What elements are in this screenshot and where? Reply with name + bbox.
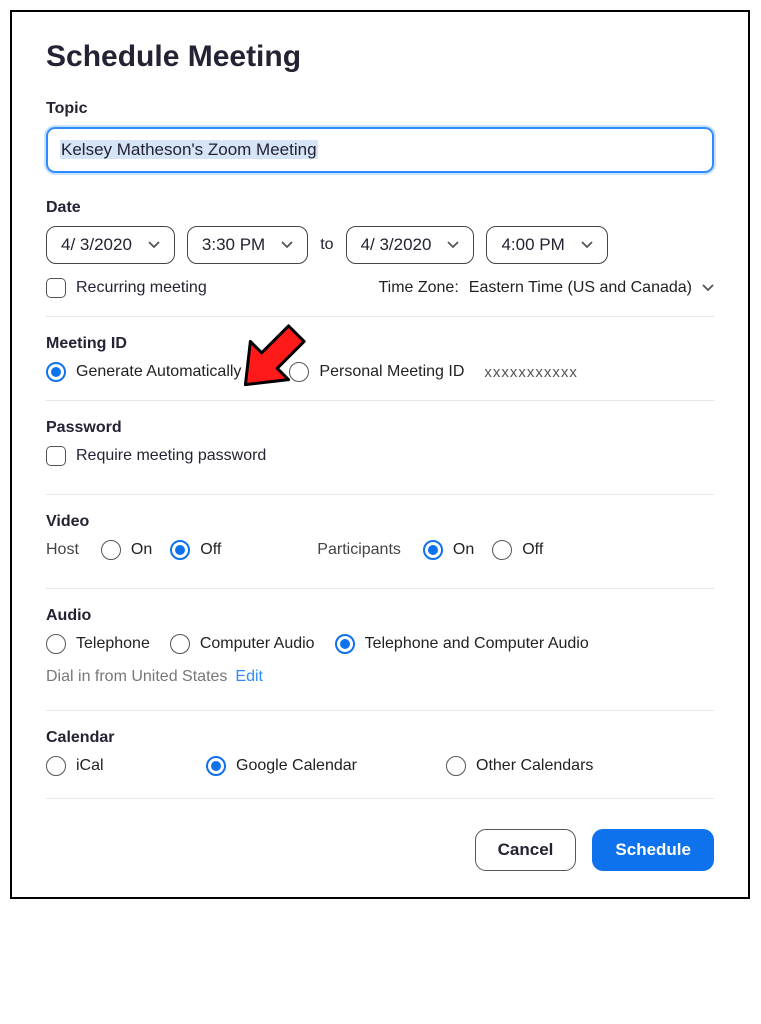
end-time-picker[interactable]: 4:00 PM — [486, 226, 607, 264]
audio-both-label: Telephone and Computer Audio — [365, 635, 589, 653]
divider — [46, 798, 714, 799]
recurring-label: Recurring meeting — [76, 279, 207, 297]
audio-label: Audio — [46, 607, 714, 625]
host-on-label: On — [131, 541, 152, 559]
audio-computer-radio[interactable] — [170, 634, 190, 654]
dial-in-edit-link[interactable]: Edit — [235, 668, 263, 686]
start-time-value: 3:30 PM — [202, 235, 265, 255]
generate-auto-label: Generate Automatically — [76, 363, 241, 381]
participants-off-radio[interactable] — [492, 540, 512, 560]
recurring-checkbox[interactable] — [46, 278, 66, 298]
password-label: Password — [46, 419, 714, 437]
host-off-radio[interactable] — [170, 540, 190, 560]
calendar-ical-label: iCal — [76, 757, 104, 775]
participants-off-label: Off — [522, 541, 543, 559]
chevron-down-icon — [447, 241, 459, 249]
topic-input[interactable]: Kelsey Matheson's Zoom Meeting — [46, 127, 714, 173]
start-time-picker[interactable]: 3:30 PM — [187, 226, 308, 264]
end-date-picker[interactable]: 4/ 3/2020 — [346, 226, 475, 264]
host-label: Host — [46, 541, 79, 559]
require-password-checkbox[interactable] — [46, 446, 66, 466]
divider — [46, 494, 714, 495]
chevron-down-icon — [148, 241, 160, 249]
audio-telephone-radio[interactable] — [46, 634, 66, 654]
dialog-title: Schedule Meeting — [46, 40, 714, 74]
personal-meeting-id-label: Personal Meeting ID — [319, 363, 464, 381]
start-date-value: 4/ 3/2020 — [61, 235, 132, 255]
host-off-label: Off — [200, 541, 221, 559]
calendar-google-radio[interactable] — [206, 756, 226, 776]
divider — [46, 588, 714, 589]
audio-telephone-label: Telephone — [76, 635, 150, 653]
schedule-button[interactable]: Schedule — [592, 829, 714, 871]
calendar-label: Calendar — [46, 729, 714, 747]
personal-meeting-id-value: xxxxxxxxxxx — [484, 364, 578, 381]
end-date-value: 4/ 3/2020 — [361, 235, 432, 255]
chevron-down-icon — [581, 241, 593, 249]
audio-both-radio[interactable] — [335, 634, 355, 654]
dial-in-text: Dial in from United States — [46, 668, 227, 686]
timezone-value[interactable]: Eastern Time (US and Canada) — [469, 279, 692, 297]
to-label: to — [320, 236, 333, 254]
calendar-other-label: Other Calendars — [476, 757, 593, 775]
divider — [46, 316, 714, 317]
chevron-down-icon — [281, 241, 293, 249]
participants-on-label: On — [453, 541, 474, 559]
chevron-down-icon[interactable] — [702, 284, 714, 292]
date-label: Date — [46, 199, 714, 217]
calendar-google-label: Google Calendar — [236, 757, 357, 775]
calendar-ical-radio[interactable] — [46, 756, 66, 776]
timezone-label: Time Zone: — [378, 279, 458, 297]
video-label: Video — [46, 513, 714, 531]
audio-computer-label: Computer Audio — [200, 635, 315, 653]
topic-value: Kelsey Matheson's Zoom Meeting — [60, 140, 318, 159]
cancel-button[interactable]: Cancel — [475, 829, 577, 871]
participants-on-radio[interactable] — [423, 540, 443, 560]
personal-meeting-id-radio[interactable] — [289, 362, 309, 382]
divider — [46, 710, 714, 711]
participants-label: Participants — [317, 541, 401, 559]
meeting-id-label: Meeting ID — [46, 335, 714, 353]
divider — [46, 400, 714, 401]
require-password-label: Require meeting password — [76, 447, 266, 465]
schedule-meeting-dialog: Schedule Meeting Topic Kelsey Matheson's… — [10, 10, 750, 899]
calendar-other-radio[interactable] — [446, 756, 466, 776]
start-date-picker[interactable]: 4/ 3/2020 — [46, 226, 175, 264]
generate-auto-radio[interactable] — [46, 362, 66, 382]
topic-label: Topic — [46, 100, 714, 118]
end-time-value: 4:00 PM — [501, 235, 564, 255]
host-on-radio[interactable] — [101, 540, 121, 560]
